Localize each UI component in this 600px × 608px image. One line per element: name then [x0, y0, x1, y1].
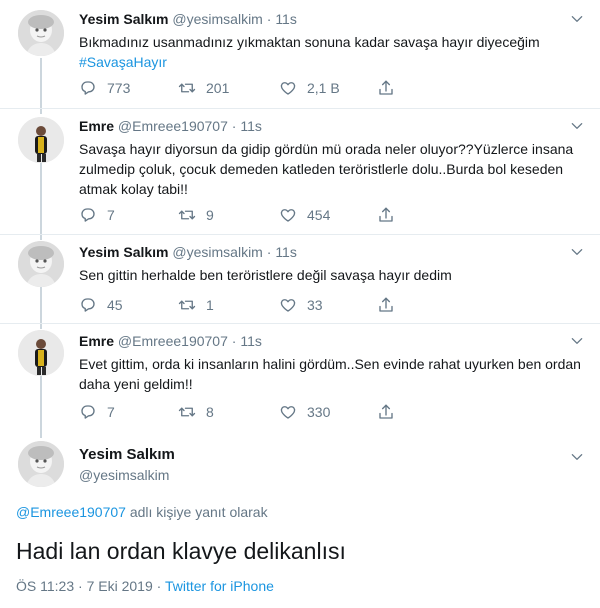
- retweet-icon: [178, 206, 206, 224]
- like-button[interactable]: 330: [279, 402, 330, 422]
- retweet-count: 8: [206, 404, 214, 420]
- share-icon: [377, 403, 405, 421]
- separator-dot: ·: [266, 244, 272, 260]
- reply-count: 45: [107, 297, 123, 313]
- tweet-text: Sen gittin herhalde ben teröristlere değ…: [79, 267, 452, 283]
- replying-to-suffix: adlı kişiye yanıt olarak: [125, 504, 268, 520]
- share-button[interactable]: [377, 295, 405, 315]
- reply-count: 7: [107, 207, 115, 223]
- heart-icon: [279, 296, 307, 314]
- like-count: 33: [307, 297, 323, 313]
- share-icon: [377, 296, 405, 314]
- chevron-down-icon[interactable]: [570, 334, 584, 348]
- tweet-time[interactable]: ÖS 11:23: [16, 578, 74, 594]
- like-count: 330: [307, 404, 331, 420]
- reply-button[interactable]: 45: [79, 295, 123, 315]
- hashtag-link[interactable]: #SavaşaHayır: [79, 54, 167, 70]
- share-button[interactable]: [377, 78, 405, 98]
- retweet-button[interactable]: 201: [178, 78, 229, 98]
- reply-count: 773: [107, 80, 131, 96]
- user-name[interactable]: Yesim Salkım: [79, 446, 175, 463]
- retweet-count: 9: [206, 207, 214, 223]
- user-name[interactable]: Yesim Salkım: [79, 11, 169, 27]
- reply-icon: [79, 296, 107, 314]
- reply-count: 7: [107, 404, 115, 420]
- chevron-down-icon[interactable]: [570, 119, 584, 133]
- heart-icon: [279, 403, 307, 421]
- user-handle[interactable]: @yesimsalkim: [172, 11, 262, 27]
- separator-dot: ·: [74, 578, 87, 594]
- separator-dot: ·: [231, 118, 237, 134]
- like-button[interactable]: 2,1 B: [279, 78, 340, 98]
- tweet-time[interactable]: 11s: [240, 333, 262, 349]
- avatar[interactable]: [18, 330, 64, 376]
- reply-icon: [79, 403, 107, 421]
- tweet-date[interactable]: 7 Eki 2019: [87, 578, 153, 594]
- reply-icon: [79, 206, 107, 224]
- user-handle[interactable]: @yesimsalkim: [172, 244, 262, 260]
- reply-button[interactable]: 773: [79, 78, 130, 98]
- retweet-icon: [178, 403, 206, 421]
- heart-icon: [279, 79, 307, 97]
- tweet-time[interactable]: 11s: [275, 11, 297, 27]
- retweet-button[interactable]: 9: [178, 205, 214, 225]
- chevron-down-icon[interactable]: [570, 245, 584, 259]
- tweet-text: Evet gittim, orda ki insanların halini g…: [79, 356, 581, 392]
- tweet[interactable]: Yesim Salkım @yesimsalkim · 11s Bıkmadın…: [0, 0, 600, 108]
- main-tweet-text: Hadi lan ordan klavye delikanlısı: [16, 538, 346, 564]
- tweet[interactable]: Emre @Emreee190707 · 11s Evet gittim, or…: [0, 324, 600, 431]
- user-name[interactable]: Emre: [79, 333, 114, 349]
- like-button[interactable]: 454: [279, 205, 330, 225]
- tweet-time[interactable]: 11s: [240, 118, 262, 134]
- tweet-text: Bıkmadınız usanmadınız yıkmaktan sonuna …: [79, 34, 540, 50]
- main-author[interactable]: Yesim Salkım @yesimsalkim: [79, 446, 175, 483]
- tweet[interactable]: Emre @Emreee190707 · 11s Savaşa hayır di…: [0, 109, 600, 234]
- like-button[interactable]: 33: [279, 295, 323, 315]
- replying-to-link[interactable]: @Emreee190707: [16, 504, 126, 520]
- share-button[interactable]: [377, 402, 405, 422]
- retweet-button[interactable]: 8: [178, 402, 214, 422]
- user-handle[interactable]: @Emreee190707: [118, 333, 228, 349]
- tweet-meta: ÖS 11:23 · 7 Eki 2019 · Twitter for iPho…: [16, 578, 274, 594]
- user-handle[interactable]: @yesimsalkim: [79, 467, 175, 483]
- retweet-count: 201: [206, 80, 230, 96]
- separator-dot: ·: [152, 578, 165, 594]
- retweet-button[interactable]: 1: [178, 295, 214, 315]
- tweet-source[interactable]: Twitter for iPhone: [165, 578, 274, 594]
- retweet-icon: [178, 79, 206, 97]
- share-icon: [377, 206, 405, 224]
- replying-to: @Emreee190707 adlı kişiye yanıt olarak: [16, 504, 268, 520]
- chevron-down-icon[interactable]: [570, 12, 584, 26]
- avatar[interactable]: [18, 10, 64, 56]
- user-name[interactable]: Yesim Salkım: [79, 244, 169, 260]
- retweet-icon: [178, 296, 206, 314]
- avatar[interactable]: [18, 441, 64, 487]
- avatar[interactable]: [18, 117, 64, 163]
- user-handle[interactable]: @Emreee190707: [118, 118, 228, 134]
- chevron-down-icon[interactable]: [570, 450, 584, 464]
- like-count: 454: [307, 207, 331, 223]
- share-icon: [377, 79, 405, 97]
- user-name[interactable]: Emre: [79, 118, 114, 134]
- separator-dot: ·: [231, 333, 237, 349]
- tweet-text: Savaşa hayır diyorsun da gidip gördün mü…: [79, 141, 574, 197]
- reply-button[interactable]: 7: [79, 205, 115, 225]
- retweet-count: 1: [206, 297, 214, 313]
- share-button[interactable]: [377, 205, 405, 225]
- avatar[interactable]: [18, 241, 64, 287]
- separator-dot: ·: [266, 11, 272, 27]
- like-count: 2,1 B: [307, 80, 340, 96]
- tweet[interactable]: Yesim Salkım @yesimsalkim · 11s Sen gitt…: [0, 235, 600, 323]
- reply-icon: [79, 79, 107, 97]
- reply-button[interactable]: 7: [79, 402, 115, 422]
- tweet-time[interactable]: 11s: [275, 244, 297, 260]
- heart-icon: [279, 206, 307, 224]
